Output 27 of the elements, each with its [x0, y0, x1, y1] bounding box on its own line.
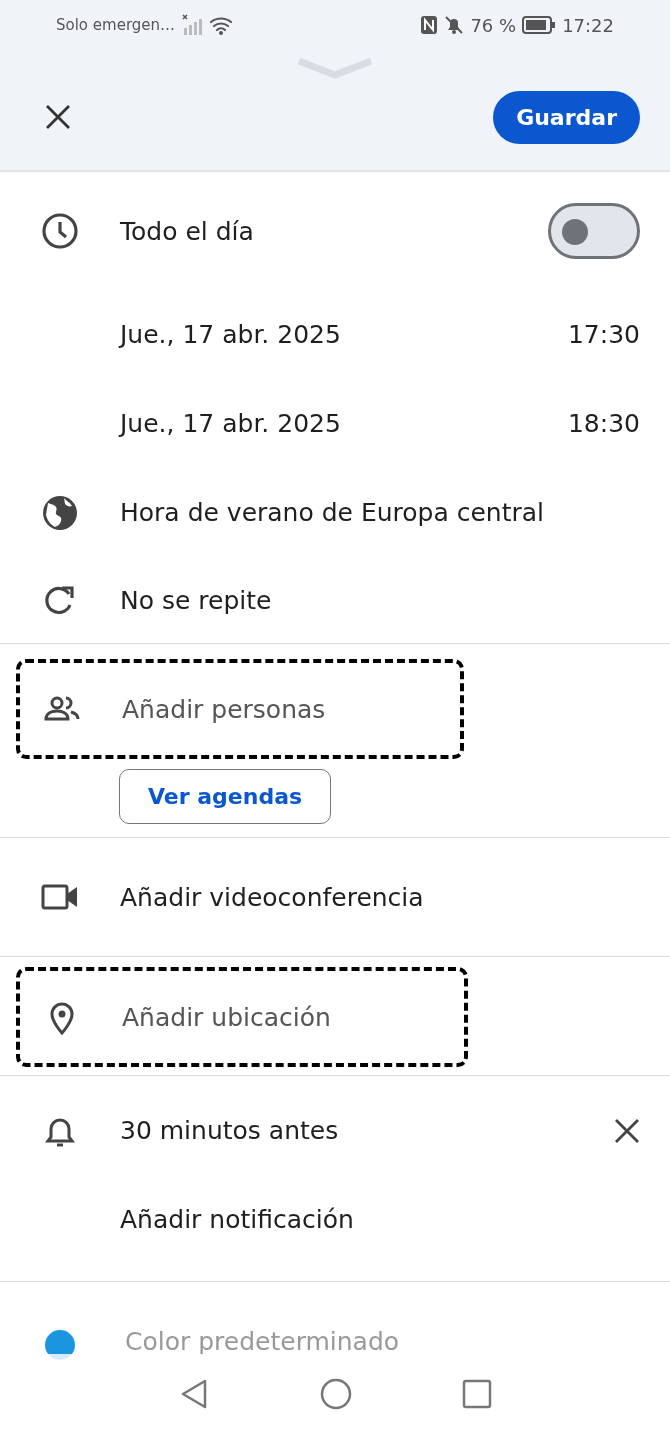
start-time[interactable]: 17:30 — [567, 320, 640, 349]
recents-icon[interactable] — [462, 1379, 492, 1409]
nfc-icon — [420, 15, 439, 35]
carrier-text: Solo emergen… — [56, 16, 176, 34]
view-calendars-button[interactable]: Ver agendas — [119, 769, 332, 824]
add-notification[interactable]: Añadir notificación — [120, 1205, 354, 1234]
clock-time: 17:22 — [562, 14, 614, 36]
start-date[interactable]: Jue., 17 abr. 2025 — [120, 320, 568, 349]
add-people-field[interactable]: Añadir personas — [16, 659, 464, 759]
remove-notification-button[interactable] — [614, 1117, 640, 1144]
notification-text[interactable]: 30 minutos antes — [120, 1116, 614, 1145]
signal-icon — [181, 14, 204, 36]
battery-percent: 76 % — [470, 14, 517, 36]
muted-bell-icon — [444, 15, 465, 35]
end-date[interactable]: Jue., 17 abr. 2025 — [120, 409, 568, 438]
home-icon[interactable] — [320, 1378, 352, 1410]
end-time[interactable]: 18:30 — [567, 409, 640, 438]
time-zone-label[interactable]: Hora de verano de Europa central — [120, 498, 544, 527]
all-day-switch[interactable] — [548, 203, 640, 259]
close-button[interactable] — [44, 103, 72, 131]
all-day-label: Todo el día — [120, 216, 255, 246]
save-button[interactable]: Guardar — [493, 90, 640, 144]
battery-icon — [522, 15, 557, 35]
add-video-conference[interactable]: Añadir videoconferencia — [120, 882, 424, 912]
add-location-field[interactable]: Añadir ubicación — [16, 967, 468, 1067]
repeat-label[interactable]: No se repite — [120, 585, 272, 615]
clock-icon — [40, 211, 80, 251]
